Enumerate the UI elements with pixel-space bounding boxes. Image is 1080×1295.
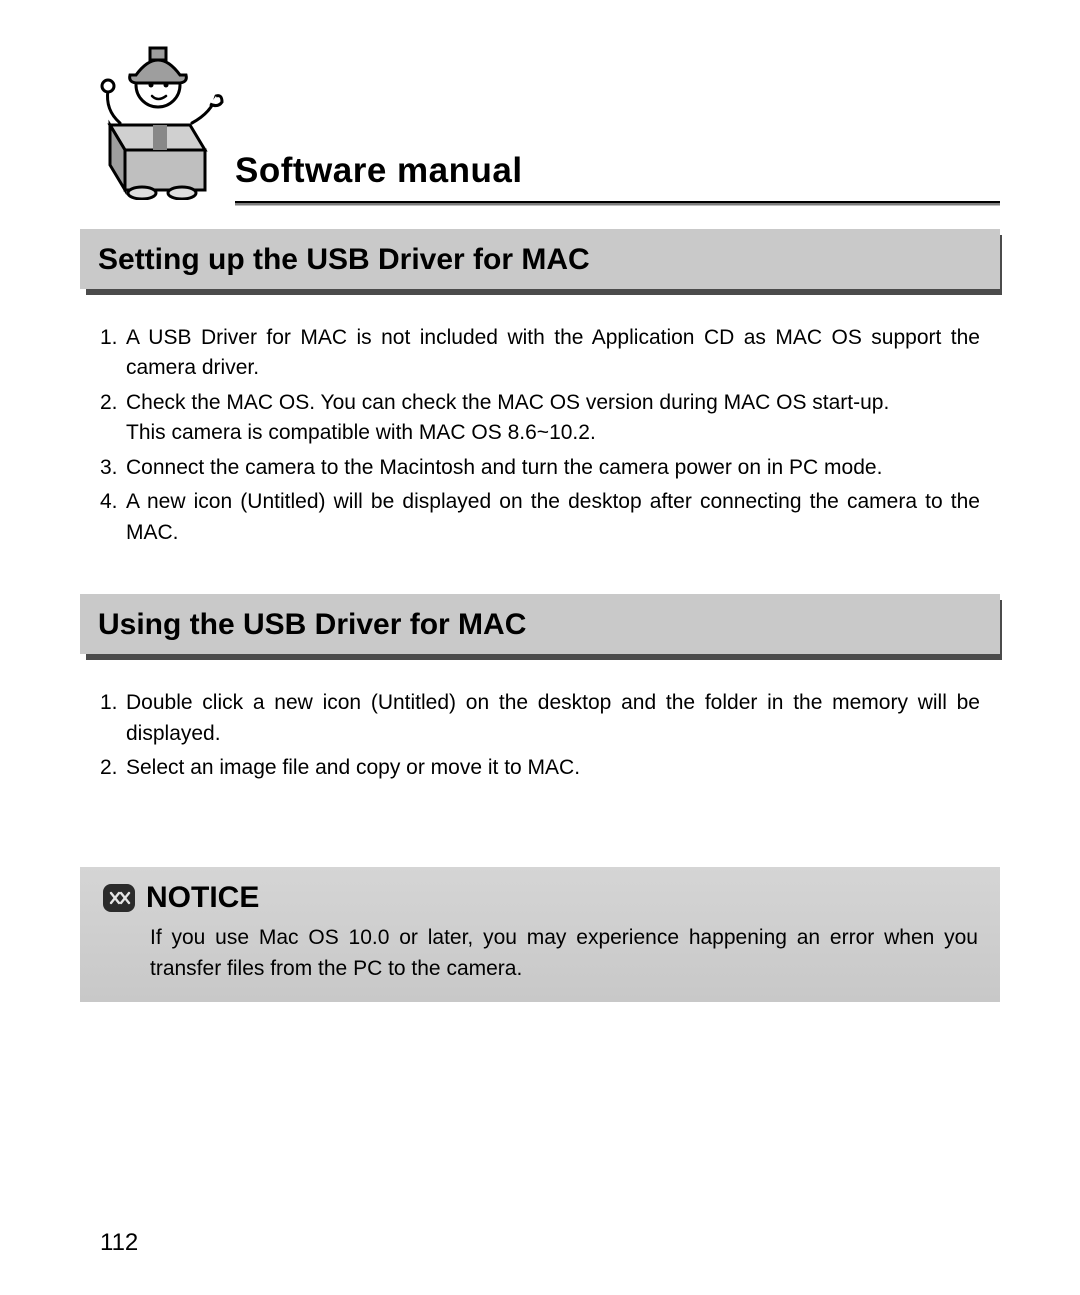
notice-icon — [102, 883, 136, 913]
list-text: Double click a new icon (Untitled) on th… — [126, 688, 980, 749]
manual-page: Software manual Setting up the USB Drive… — [0, 0, 1080, 1295]
list-item: 1. Double click a new icon (Untitled) on… — [100, 688, 980, 749]
page-title: Software manual — [235, 151, 1000, 197]
list-item: 3. Connect the camera to the Macintosh a… — [100, 453, 980, 483]
header-divider — [235, 201, 1000, 205]
section-heading: Setting up the USB Driver for MAC — [80, 229, 1000, 289]
list-text: Connect the camera to the Macintosh and … — [126, 453, 980, 483]
list-text: Select an image file and copy or move it… — [126, 753, 980, 783]
list-text: A USB Driver for MAC is not included wit… — [126, 323, 980, 384]
page-number: 112 — [100, 1229, 138, 1257]
list-text: Check the MAC OS. You can check the MAC … — [126, 388, 980, 449]
list-number: 2. — [100, 753, 126, 783]
section-body: 1. A USB Driver for MAC is not included … — [100, 323, 980, 548]
section-heading: Using the USB Driver for MAC — [80, 594, 1000, 654]
notice-label: NOTICE — [146, 881, 259, 915]
list-text-sub: This camera is compatible with MAC OS 8.… — [126, 418, 980, 448]
notice-body: If you use Mac OS 10.0 or later, you may… — [150, 923, 978, 984]
list-text-main: Check the MAC OS. You can check the MAC … — [126, 391, 889, 414]
section-heading-bar: Using the USB Driver for MAC — [80, 594, 1000, 654]
list-number: 2. — [100, 388, 126, 449]
list-text: A new icon (Untitled) will be displayed … — [126, 487, 980, 548]
notice-box: NOTICE If you use Mac OS 10.0 or later, … — [80, 867, 1000, 1002]
list-item: 2. Check the MAC OS. You can check the M… — [100, 388, 980, 449]
notice-heading: NOTICE — [102, 881, 978, 915]
list-item: 1. A USB Driver for MAC is not included … — [100, 323, 980, 384]
section-body: 1. Double click a new icon (Untitled) on… — [100, 688, 980, 783]
section-heading-bar: Setting up the USB Driver for MAC — [80, 229, 1000, 289]
list-number: 1. — [100, 323, 126, 384]
list-number: 1. — [100, 688, 126, 749]
list-number: 3. — [100, 453, 126, 483]
mascot-illustration — [80, 30, 235, 205]
list-item: 2. Select an image file and copy or move… — [100, 753, 980, 783]
list-item: 4. A new icon (Untitled) will be display… — [100, 487, 980, 548]
list-number: 4. — [100, 487, 126, 548]
page-header: Software manual — [80, 30, 1000, 205]
